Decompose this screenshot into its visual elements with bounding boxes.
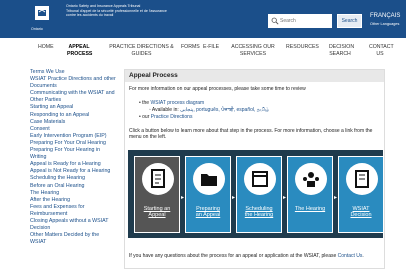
nav-practice-directions[interactable]: PRACTICE DIRECTIONS & GUIDES [109, 44, 174, 58]
sidebar-item[interactable]: Early Intervention Program (EIP) [30, 133, 118, 140]
step-label: WSIAT Decision [350, 206, 372, 219]
step-label: Starting an Appeal [143, 206, 171, 219]
arrow-icon: ▸ [334, 195, 338, 201]
sidebar-item[interactable]: Starting an Appeal [30, 104, 118, 111]
process-steps: Starting an Appeal ▸ Preparing an Appeal ▸… [128, 150, 384, 238]
sidebar-item[interactable]: Responding to an Appeal [30, 112, 118, 119]
main-nav: HOME APPEAL PROCESS PRACTICE DIRECTIONS … [0, 41, 406, 63]
sidebar-menu: Terms We Use WSIAT Practice Directions a… [30, 69, 118, 246]
arrow-icon: ▸ [232, 195, 236, 201]
step-preparing-appeal[interactable]: Preparing an Appeal [185, 156, 231, 233]
process-diagram-link[interactable]: WSIAT process diagram [150, 100, 204, 106]
sidebar-item[interactable]: The Hearing [30, 190, 118, 197]
nav-appeal-process[interactable]: APPEAL PROCESS [67, 44, 92, 58]
sidebar-item[interactable]: Communicating with the WSIAT and [30, 90, 118, 97]
step-label: Preparing an Appeal [195, 206, 221, 219]
nav-resources[interactable]: RESOURCES [286, 44, 319, 51]
document-icon [346, 163, 378, 195]
sidebar-item[interactable]: Scheduling the Hearing [30, 175, 118, 182]
bullet-practice-directions: • our Practice Directions [139, 114, 193, 120]
meeting-icon [295, 163, 327, 195]
main-content: Appeal Process For more information on o… [124, 69, 385, 269]
sidebar-item[interactable]: Preparing For Your Hearing in [30, 147, 118, 154]
sidebar-item[interactable]: Decision [30, 225, 118, 232]
search-button[interactable]: Search [337, 14, 362, 28]
sidebar-item[interactable]: Preparing For Your Oral Hearing [30, 140, 118, 147]
page-title: Appeal Process [125, 70, 384, 82]
available-languages: ◦ Available in: پنجابی, português, ਪੰਜਾਬ… [149, 107, 269, 113]
language-links[interactable]: پنجابی, português, ਪੰਜਾਬੀ, español, தமிழ… [180, 107, 269, 113]
nav-contact-us[interactable]: CONTACT US [369, 44, 394, 58]
clipboard-icon [142, 163, 174, 195]
agency-name-fr: Tribunal d'appel de la sécurité professi… [66, 8, 167, 18]
step-the-hearing[interactable]: The Hearing [287, 156, 333, 233]
sidebar-item[interactable]: Consent [30, 126, 118, 133]
nav-home[interactable]: HOME [38, 44, 54, 51]
calendar-icon [244, 163, 276, 195]
sidebar-item[interactable]: Appeal is Not Ready for a Hearing [30, 168, 118, 175]
bullet-process-diagram: • the WSIAT process diagram [139, 100, 205, 106]
sidebar-item[interactable]: WSIAT [30, 239, 118, 246]
nav-forms[interactable]: FORMS [181, 44, 200, 51]
contact-us-link[interactable]: Contact Us [338, 253, 363, 259]
ontario-label: Ontario [31, 27, 43, 31]
francais-link[interactable]: FRANÇAIS [370, 13, 400, 19]
sidebar-item[interactable]: Other Matters Decided by the [30, 232, 118, 239]
step-starting-appeal[interactable]: Starting an Appeal [134, 156, 180, 233]
sidebar-item[interactable]: Terms We Use [30, 69, 118, 76]
step-label: Scheduling the Hearing [244, 206, 274, 219]
arrow-icon: ▸ [283, 195, 287, 201]
practice-directions-link[interactable]: Practice Directions [151, 114, 193, 120]
step-label: The Hearing [294, 206, 326, 212]
step-scheduling-hearing[interactable]: Scheduling the Hearing [236, 156, 282, 233]
intro-text: For more information on our appeal proce… [129, 86, 306, 92]
sidebar-item[interactable]: Before an Oral Hearing [30, 183, 118, 190]
arrow-icon: ▸ [181, 195, 185, 201]
site-header: Ontario Ontario Safety and Insurance App… [0, 0, 406, 38]
sidebar-item[interactable]: Case Materials [30, 119, 118, 126]
footer-text: If you have any questions about the proc… [129, 253, 364, 259]
agency-name[interactable]: Ontario Safety and Insurance Appeals Tri… [66, 4, 176, 18]
nav-decision-search[interactable]: DECISION SEARCH [329, 44, 354, 58]
step-wsiat-decision[interactable]: WSIAT Decision [338, 156, 384, 233]
nav-efile[interactable]: E-FILE [203, 44, 219, 51]
sidebar-item[interactable]: Reimbursement [30, 211, 118, 218]
sidebar-item[interactable]: Closing Appeals without a WSIAT [30, 218, 118, 225]
instructions-text: Click a button below to learn more about… [129, 128, 373, 141]
sidebar-item[interactable]: Documents [30, 83, 118, 90]
sidebar-item[interactable]: Writing [30, 154, 118, 161]
sidebar-item[interactable]: Fees and Expenses for [30, 204, 118, 211]
sidebar-item[interactable]: Appeal is Ready for a Hearing [30, 161, 118, 168]
ontario-logo-icon[interactable] [33, 4, 51, 24]
sidebar-item[interactable]: WSIAT Practice Directions and other [30, 76, 118, 83]
folder-icon [193, 163, 225, 195]
search-icon [271, 17, 279, 25]
nav-accessing-services[interactable]: ACCESSING OUR SERVICES [229, 44, 277, 58]
other-languages-link[interactable]: Other Languages [370, 22, 399, 26]
sidebar-item[interactable]: Other Parties [30, 97, 118, 104]
sidebar-item[interactable]: After the Hearing [30, 197, 118, 204]
